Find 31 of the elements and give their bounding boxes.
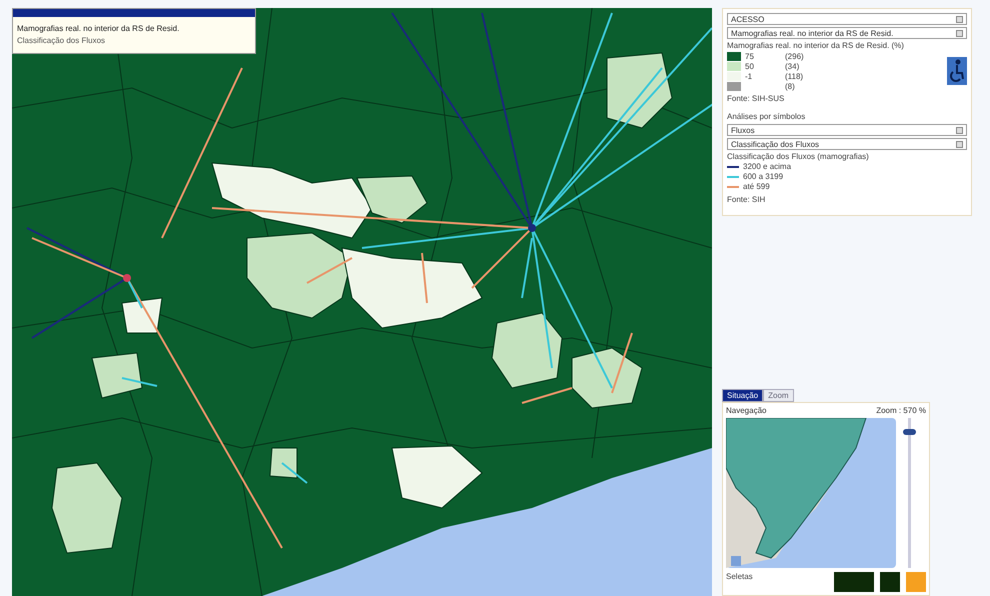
legend-title: Mamografias real. no interior da RS de Resid. (%) (727, 41, 905, 51)
class-count: (118) (785, 72, 804, 80)
class-count: (8) (785, 82, 795, 90)
class-label: -1 (744, 72, 754, 80)
color-block (880, 572, 900, 592)
class-label: 50 (744, 62, 755, 70)
section-label: Seletas (726, 572, 754, 582)
slider-thumb[interactable] (902, 428, 916, 434)
tab[interactable]: Situação (722, 389, 764, 402)
legend-title: Classificação dos Fluxos (mamografias) (727, 152, 870, 162)
zoom-reading: Zoom : 570 % (876, 406, 926, 415)
popup-text: Classificação dos Fluxos (17, 35, 106, 47)
wheelchair-icon[interactable] (947, 57, 967, 85)
class-count: (296) (785, 52, 804, 60)
color-block (906, 572, 926, 592)
tab[interactable]: Zoom (763, 389, 794, 402)
panel-title: Navegação (726, 406, 766, 415)
source-text: Fonte: SIH (727, 195, 766, 205)
class-label: 600 a 3199 (743, 172, 784, 182)
class-label: 3200 e acima (743, 162, 792, 172)
dropdown[interactable]: ACESSO (727, 13, 967, 25)
section-heading: Análises por símbolos (727, 112, 806, 122)
popup-text: Mamografias real. no interior da RS de Resid. (17, 23, 180, 35)
dropdown[interactable]: Classificação dos Fluxos (727, 138, 967, 150)
class-label: 75 (744, 52, 755, 60)
dropdown[interactable]: Mamografias real. no interior da RS de Resid. (727, 27, 967, 39)
source-text: Fonte: SIH-SUS (727, 94, 786, 104)
class-label: até 599 (743, 182, 770, 192)
class-count: (34) (785, 62, 800, 70)
color-block (834, 572, 874, 592)
dropdown[interactable]: Fluxos (727, 124, 967, 136)
